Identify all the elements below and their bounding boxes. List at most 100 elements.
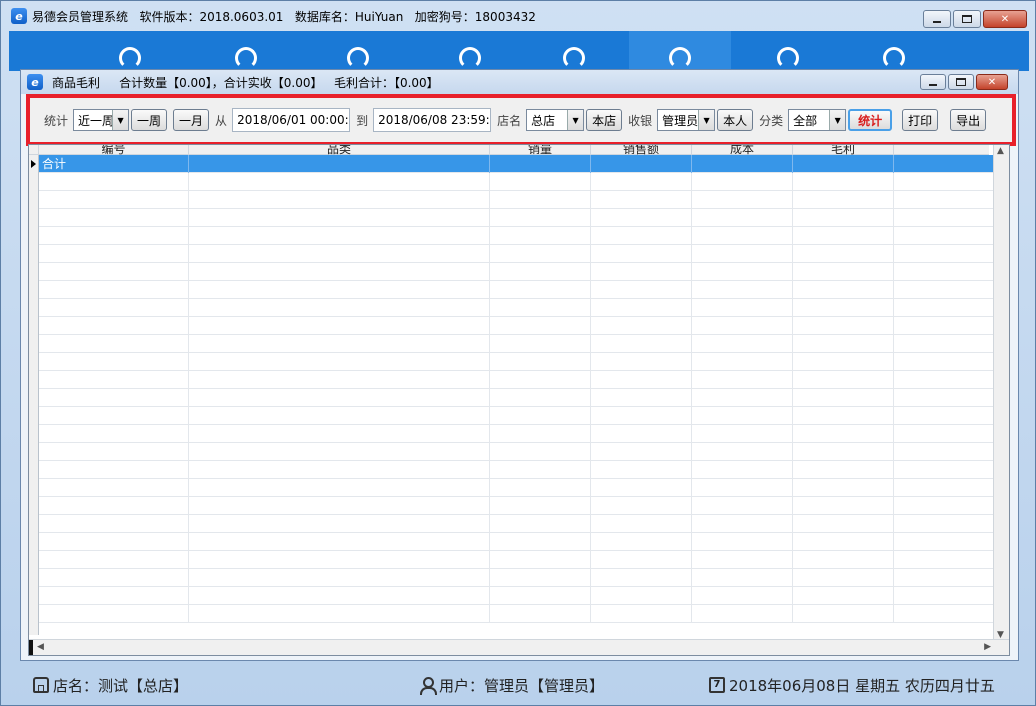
table-row[interactable] [39,245,995,263]
row-indicator-column [29,155,39,635]
status-store: 店名：测试【总店】 [33,675,188,696]
chevron-down-icon[interactable]: ▼ [567,110,584,130]
table-row[interactable] [39,299,995,317]
nav-item-3[interactable] [307,31,409,71]
date-to-input[interactable]: 2018/06/08 23:59:5 [373,108,492,132]
main-titlebar[interactable]: e 易德会员管理系统 软件版本：2018.0603.01 数据库名：HuiYua… [1,1,1035,31]
header-cost[interactable]: 成本 [692,145,793,155]
table-cell [591,515,692,533]
header-profit[interactable]: 毛利 [793,145,894,155]
nav-item-8[interactable] [843,31,945,71]
chevron-down-icon[interactable]: ▼ [698,110,715,130]
maximize-button[interactable] [953,10,981,28]
child-minimize-button[interactable] [920,74,946,90]
table-row[interactable] [39,569,995,587]
scroll-right-icon[interactable]: ▶ [984,642,991,652]
table-row[interactable]: 合计 [39,155,995,173]
scroll-up-icon[interactable]: ▲ [997,146,1004,156]
child-maximize-button[interactable] [948,74,974,90]
close-button[interactable]: ✕ [983,10,1027,28]
nav-item-1[interactable] [79,31,181,71]
table-row[interactable] [39,317,995,335]
table-row[interactable] [39,587,995,605]
self-button[interactable]: 本人 [717,109,754,131]
table-row[interactable] [39,443,995,461]
horizontal-scrollbar[interactable]: ◀ ▶ [29,639,1009,655]
table-cell [793,227,894,245]
table-cell [793,191,894,209]
table-row[interactable] [39,515,995,533]
child-close-button[interactable]: ✕ [976,74,1008,90]
header-sales[interactable]: 销售额 [591,145,692,155]
cashier-select[interactable]: 管理员 ▼ [657,109,716,131]
stat-button[interactable]: 统计 [848,109,893,131]
store-label: 店名 [497,113,522,128]
table-row[interactable] [39,173,995,191]
table-cell [591,425,692,443]
nav-item-2[interactable] [195,31,297,71]
date-from-input[interactable]: 2018/06/01 00:00:0 [232,108,351,132]
store-select[interactable]: 总店 ▼ [526,109,585,131]
header-category[interactable]: 品类 [189,145,490,155]
header-code[interactable]: 编号 [39,145,189,155]
table-row[interactable] [39,461,995,479]
nav-item-5[interactable] [523,31,625,71]
child-titlebar[interactable]: e 商品毛利 合计数量【0.00】，合计实收【0.00】 毛利合计：【0.00】… [21,70,1018,94]
chevron-down-icon[interactable]: ▼ [112,110,129,130]
table-cell [894,299,995,317]
period-select[interactable]: 近一周 ▼ [73,109,130,131]
nav-item-settings[interactable] [737,31,839,71]
table-row[interactable] [39,407,995,425]
scroll-left-icon[interactable]: ◀ [37,642,44,652]
table-cell [189,605,490,623]
table-cell [39,191,189,209]
minimize-button[interactable] [923,10,951,28]
table-row[interactable] [39,479,995,497]
table-row[interactable] [39,497,995,515]
chevron-down-icon[interactable]: ▼ [829,110,846,130]
minimize-icon [929,84,937,86]
table-row[interactable] [39,533,995,551]
week-button[interactable]: 一周 [131,109,168,131]
nav-users-icon [235,47,257,69]
table-row[interactable] [39,425,995,443]
table-cell [692,317,793,335]
table-cell [793,533,894,551]
this-store-button[interactable]: 本店 [586,109,623,131]
table-row[interactable] [39,605,995,623]
table-cell [39,569,189,587]
maximize-icon [956,78,966,86]
table-row[interactable] [39,551,995,569]
export-button[interactable]: 导出 [950,109,987,131]
table-row[interactable] [39,371,995,389]
header-quantity[interactable]: 销量 [490,145,591,155]
table-row[interactable] [39,353,995,371]
nav-item-4[interactable] [419,31,521,71]
table-cell [39,353,189,371]
table-cell [39,551,189,569]
table-cell [793,281,894,299]
table-cell [591,353,692,371]
table-cell [39,515,189,533]
table-row[interactable] [39,389,995,407]
nav-item-report[interactable] [629,31,731,71]
print-button[interactable]: 打印 [902,109,939,131]
table-cell [894,227,995,245]
table-row[interactable] [39,191,995,209]
profit-grid[interactable]: 编号 品类 销量 销售额 成本 毛利 合计 ▲ ▼ ◀ ▶ [28,144,1010,656]
table-cell [692,155,793,173]
table-row[interactable] [39,227,995,245]
category-select[interactable]: 全部 ▼ [788,109,847,131]
table-row[interactable] [39,335,995,353]
vertical-scrollbar[interactable]: ▲ ▼ [993,145,1009,641]
table-row[interactable] [39,209,995,227]
main-window: e 易德会员管理系统 软件版本：2018.0603.01 数据库名：HuiYua… [0,0,1036,706]
month-button[interactable]: 一月 [173,109,210,131]
table-cell [793,263,894,281]
table-cell [490,479,591,497]
table-row[interactable] [39,263,995,281]
table-row[interactable] [39,281,995,299]
table-cell [490,587,591,605]
table-cell [591,605,692,623]
table-cell [189,281,490,299]
